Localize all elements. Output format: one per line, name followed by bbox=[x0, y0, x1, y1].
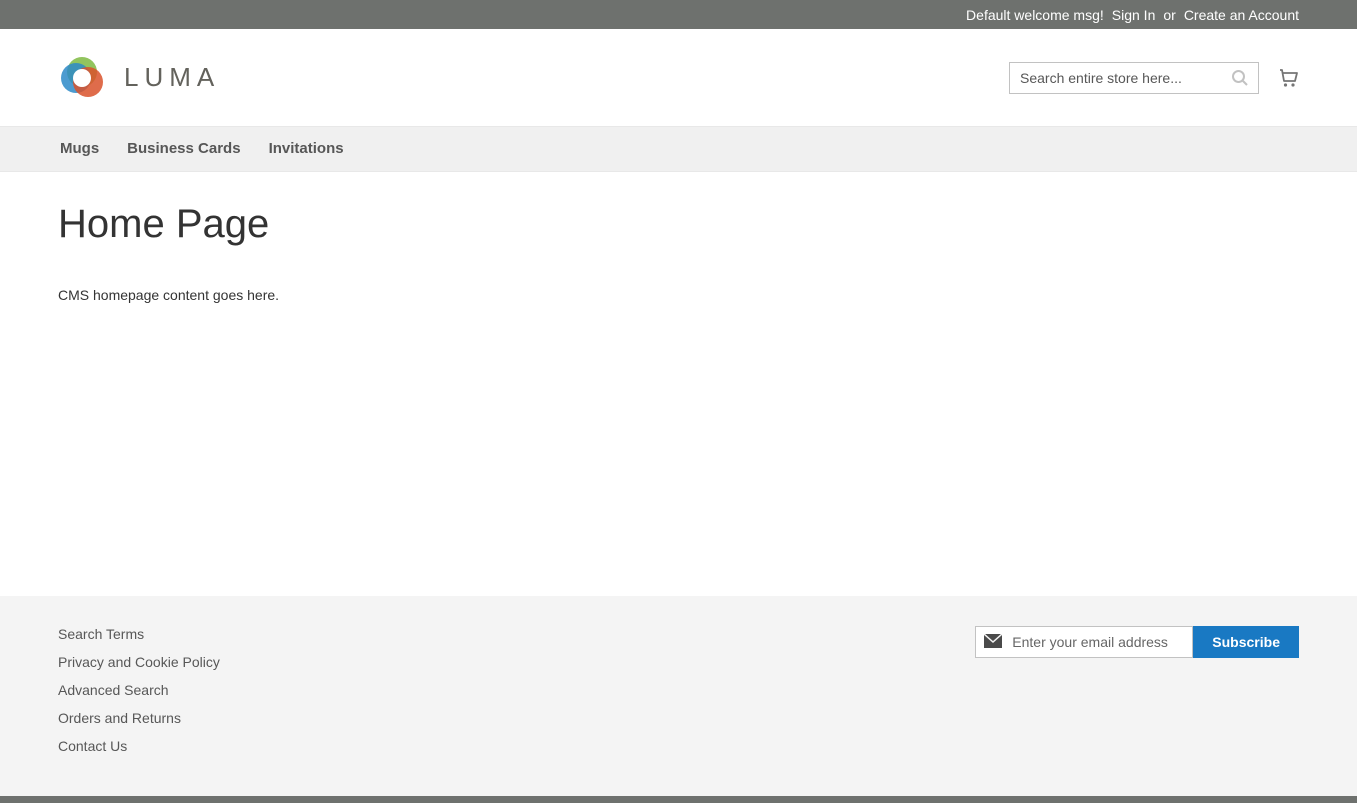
subscribe-button[interactable]: Subscribe bbox=[1193, 626, 1299, 658]
search-input[interactable] bbox=[1009, 62, 1259, 94]
page-title: Home Page bbox=[58, 202, 1299, 247]
create-account-link[interactable]: Create an Account bbox=[1184, 7, 1299, 23]
search-icon[interactable] bbox=[1231, 69, 1249, 87]
or-text: or bbox=[1163, 7, 1175, 23]
sign-in-link[interactable]: Sign In bbox=[1112, 7, 1156, 23]
nav-bar: Mugs Business Cards Invitations bbox=[0, 126, 1357, 172]
footer-link-privacy[interactable]: Privacy and Cookie Policy bbox=[58, 654, 220, 670]
welcome-message: Default welcome msg! bbox=[966, 7, 1104, 23]
nav-item-business-cards[interactable]: Business Cards bbox=[113, 126, 254, 172]
footer-link-contact-us[interactable]: Contact Us bbox=[58, 738, 127, 754]
store-logo[interactable]: LUMA bbox=[58, 54, 220, 102]
panel-header: Default welcome msg! Sign In or Create a… bbox=[0, 0, 1357, 29]
logo-text: LUMA bbox=[124, 62, 220, 93]
footer-link-advanced-search[interactable]: Advanced Search bbox=[58, 682, 169, 698]
cms-content: CMS homepage content goes here. bbox=[58, 287, 1299, 303]
bottom-bar bbox=[0, 796, 1357, 803]
footer-link-search-terms[interactable]: Search Terms bbox=[58, 626, 144, 642]
nav-item-invitations[interactable]: Invitations bbox=[255, 126, 358, 172]
footer-link-orders-returns[interactable]: Orders and Returns bbox=[58, 710, 181, 726]
newsletter-form: Subscribe bbox=[975, 626, 1299, 766]
footer-links: Search Terms Privacy and Cookie Policy A… bbox=[58, 626, 220, 766]
main-content: Home Page CMS homepage content goes here… bbox=[0, 172, 1357, 596]
search-box bbox=[1009, 62, 1259, 94]
logo-icon bbox=[58, 54, 110, 102]
cart-icon[interactable] bbox=[1277, 67, 1299, 89]
footer: Search Terms Privacy and Cookie Policy A… bbox=[0, 596, 1357, 796]
newsletter-email-input[interactable] bbox=[975, 626, 1193, 658]
header-main: LUMA bbox=[0, 29, 1357, 126]
nav-item-mugs[interactable]: Mugs bbox=[46, 126, 113, 172]
mail-icon bbox=[984, 634, 1002, 648]
